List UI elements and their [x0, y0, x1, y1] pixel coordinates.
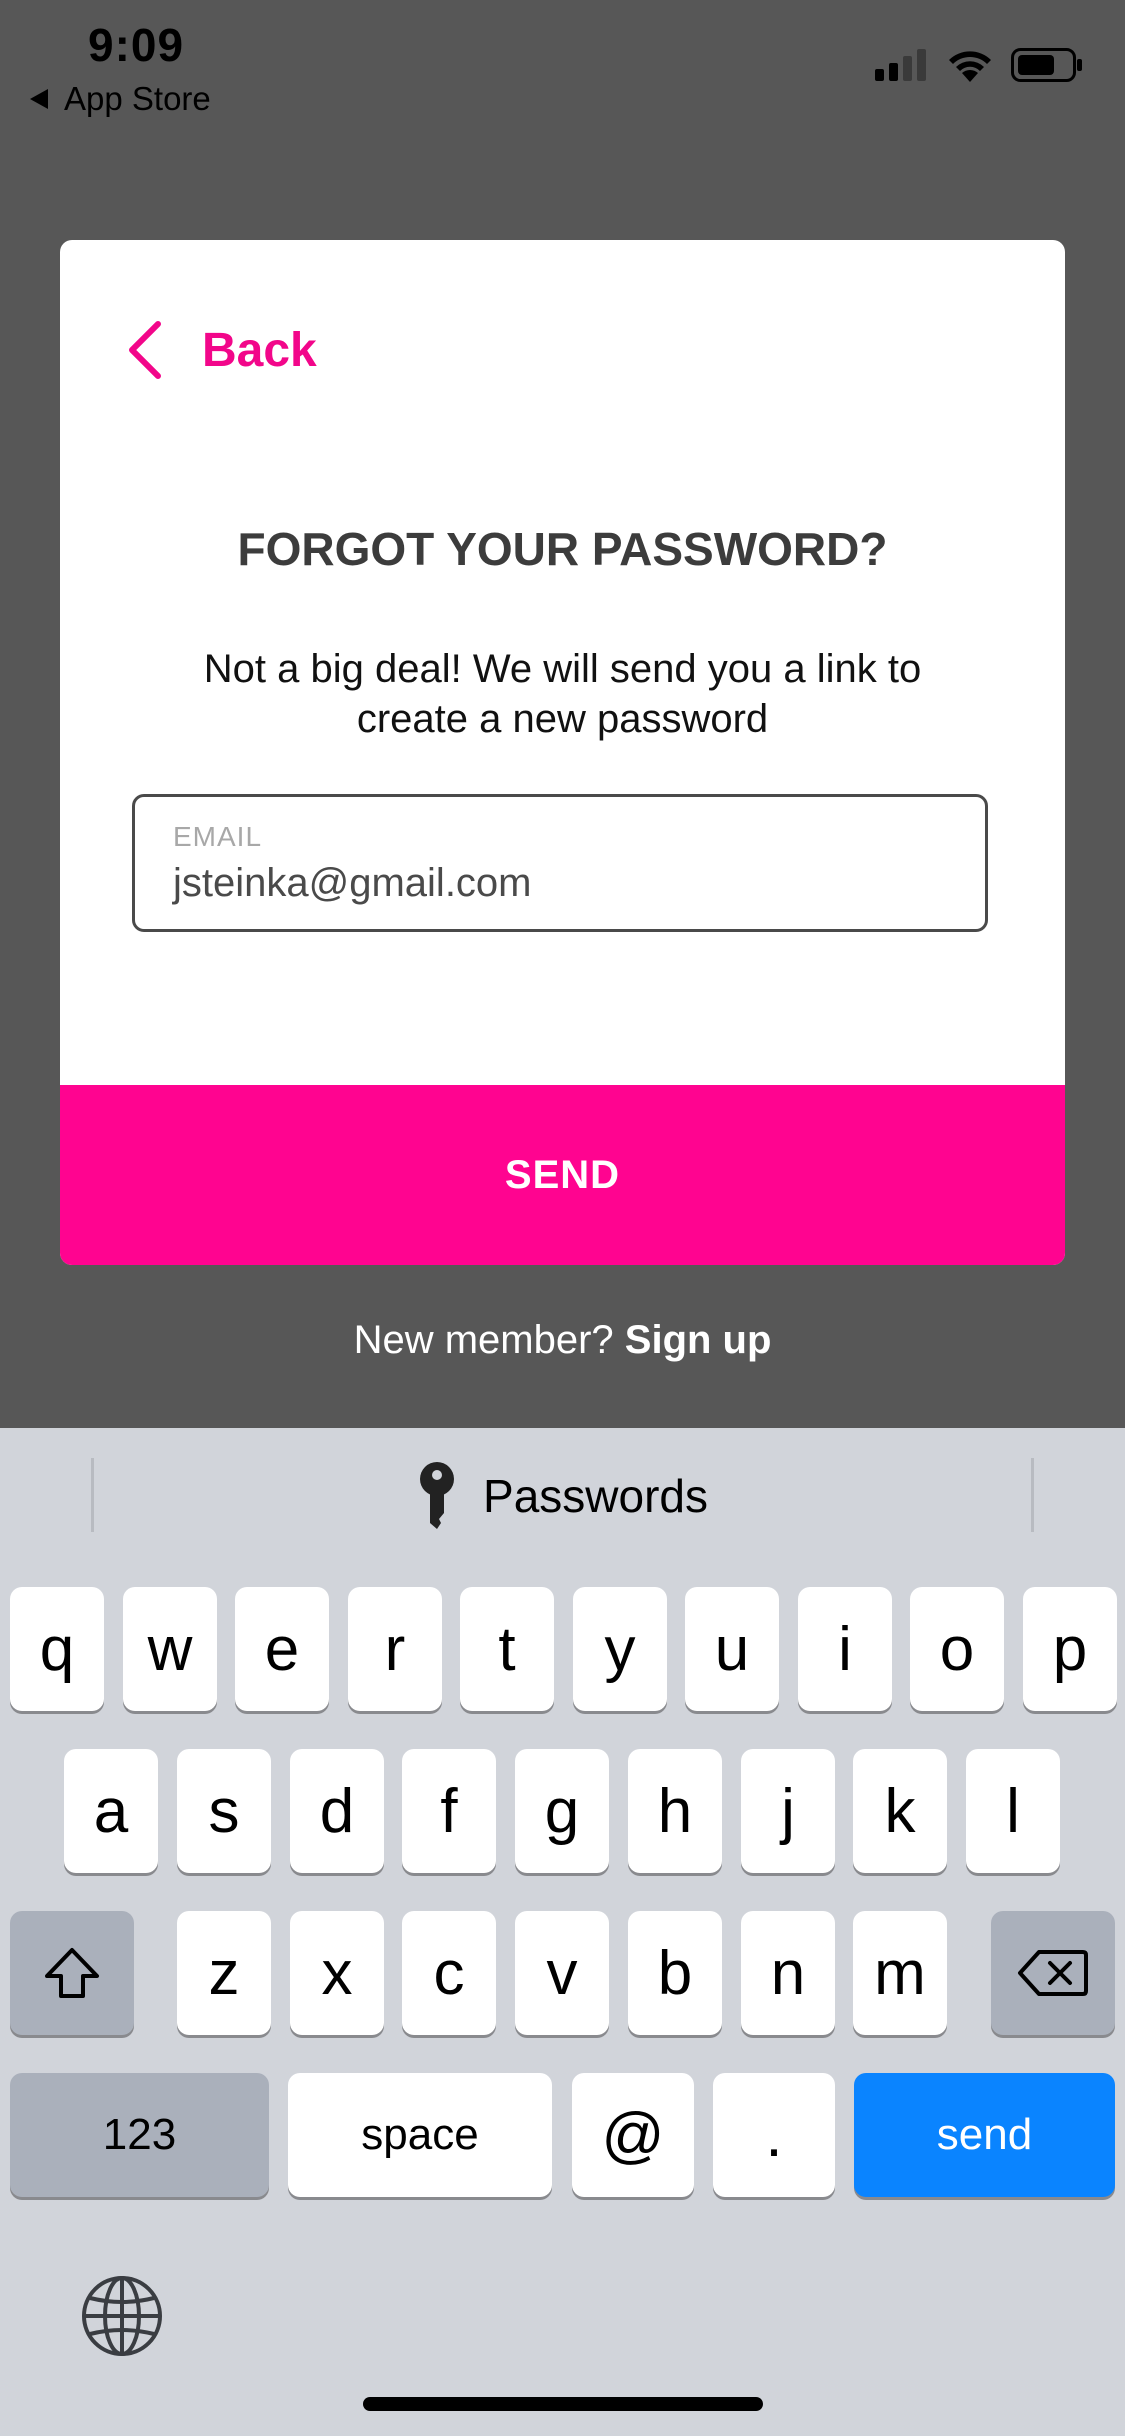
home-indicator: [363, 2397, 763, 2411]
passwords-label: Passwords: [483, 1470, 708, 1522]
send-button-label: SEND: [504, 1152, 621, 1197]
key-y[interactable]: y: [573, 1587, 667, 1711]
key-o[interactable]: o: [910, 1587, 1004, 1711]
key-j[interactable]: j: [741, 1749, 835, 1873]
battery-icon: [1011, 48, 1082, 82]
key-q[interactable]: q: [10, 1587, 104, 1711]
key-a[interactable]: a: [64, 1749, 158, 1873]
key-u[interactable]: u: [685, 1587, 779, 1711]
send-button[interactable]: SEND: [60, 1085, 1065, 1265]
key-r[interactable]: r: [348, 1587, 442, 1711]
dot-key[interactable]: .: [713, 2073, 835, 2197]
at-key[interactable]: @: [572, 2073, 694, 2197]
email-field[interactable]: EMAIL jsteinka@gmail.com: [132, 794, 988, 932]
key-c[interactable]: c: [402, 1911, 496, 2035]
key-h[interactable]: h: [628, 1749, 722, 1873]
shift-key[interactable]: [10, 1911, 134, 2035]
delete-key[interactable]: [991, 1911, 1115, 2035]
send-key[interactable]: send: [854, 2073, 1115, 2197]
chevron-left-icon: [129, 321, 161, 379]
numbers-key[interactable]: 123: [10, 2073, 269, 2197]
key-x[interactable]: x: [290, 1911, 384, 2035]
key-b[interactable]: b: [628, 1911, 722, 2035]
key-s[interactable]: s: [177, 1749, 271, 1873]
shift-icon: [45, 1948, 99, 1998]
status-icons: [875, 48, 1083, 82]
key-f[interactable]: f: [402, 1749, 496, 1873]
key-g[interactable]: g: [515, 1749, 609, 1873]
signup-prompt: New member? Sign up: [0, 1318, 1125, 1363]
space-key[interactable]: space: [288, 2073, 552, 2197]
back-button[interactable]: Back: [126, 320, 317, 380]
passwords-suggestion[interactable]: Passwords: [0, 1460, 1125, 1532]
key-v[interactable]: v: [515, 1911, 609, 2035]
globe-icon[interactable]: [80, 2274, 164, 2358]
key-p[interactable]: p: [1023, 1587, 1117, 1711]
key-w[interactable]: w: [123, 1587, 217, 1711]
key-l[interactable]: l: [966, 1749, 1060, 1873]
back-app-label: App Store: [64, 80, 211, 117]
key-t[interactable]: t: [460, 1587, 554, 1711]
key-n[interactable]: n: [741, 1911, 835, 2035]
back-label: Back: [202, 323, 317, 377]
key-d[interactable]: d: [290, 1749, 384, 1873]
status-time: 9:09: [88, 19, 185, 71]
back-triangle-icon: [30, 89, 48, 109]
email-label: EMAIL: [173, 821, 263, 852]
key-z[interactable]: z: [177, 1911, 271, 2035]
key-icon: [420, 1462, 455, 1529]
cellular-signal-icon: [875, 49, 926, 81]
subtitle-text: Not a big deal! We will send you a link …: [203, 647, 922, 741]
key-e[interactable]: e: [235, 1587, 329, 1711]
signup-link[interactable]: Sign up: [625, 1318, 772, 1362]
new-member-text: New member?: [353, 1318, 614, 1362]
key-k[interactable]: k: [853, 1749, 947, 1873]
wifi-icon: [949, 51, 991, 82]
key-m[interactable]: m: [853, 1911, 947, 2035]
backspace-icon: [1018, 1950, 1088, 1996]
back-to-app-store[interactable]: App Store: [30, 80, 211, 118]
email-input-value[interactable]: jsteinka@gmail.com: [173, 861, 532, 906]
forgot-password-card: Back FORGOT YOUR PASSWORD? Not a big dea…: [60, 240, 1065, 1265]
key-i[interactable]: i: [798, 1587, 892, 1711]
page-title: FORGOT YOUR PASSWORD?: [237, 523, 888, 575]
